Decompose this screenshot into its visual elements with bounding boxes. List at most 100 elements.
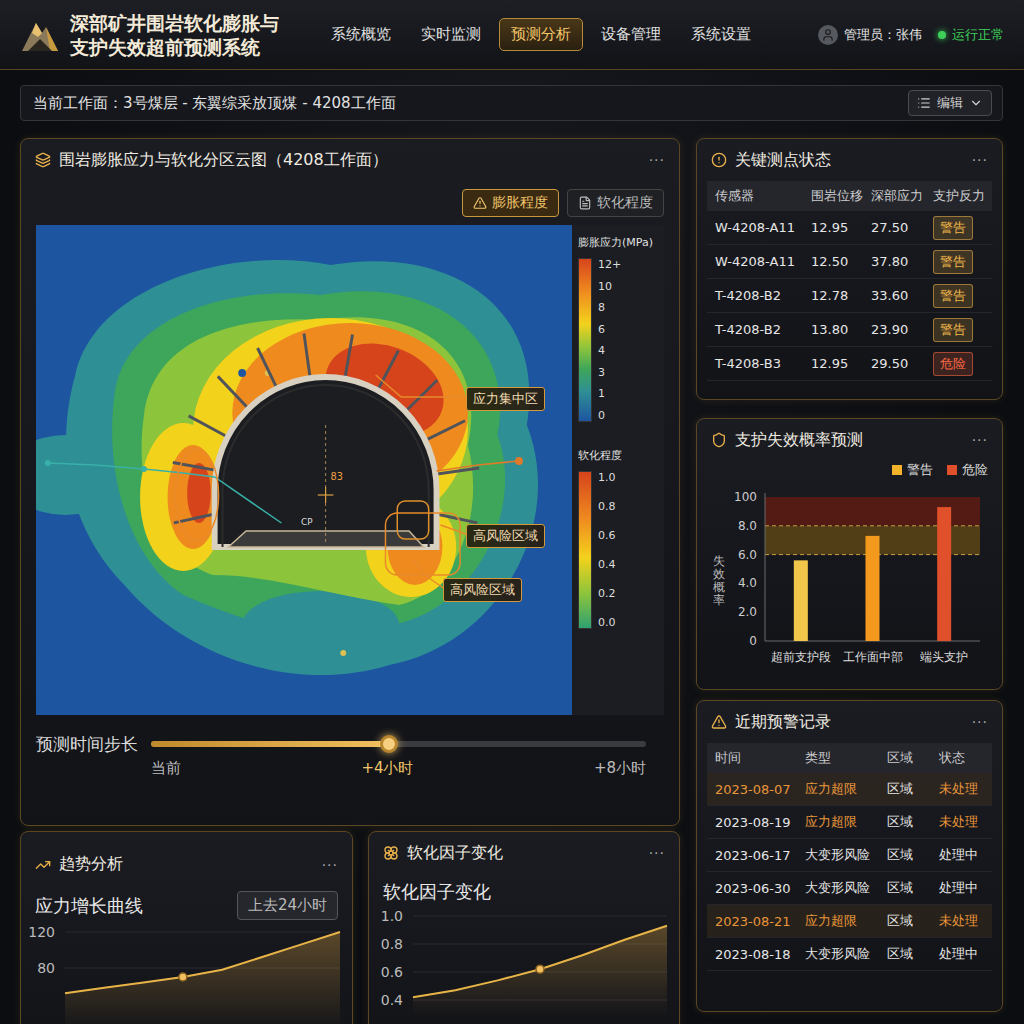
alert-row[interactable]: 2023-08-07应力超限区域未处理: [707, 773, 992, 806]
app-title: 深部矿井围岩软化膨胀与支护失效超前预测系统: [70, 11, 279, 59]
softening-factor-chart: 1.00.80.60.4: [369, 904, 679, 1016]
panel-menu[interactable]: ···: [322, 857, 338, 873]
zone-label[interactable]: 高风险区域: [443, 578, 522, 602]
y-tick: 0.4: [381, 992, 403, 1008]
zone-label[interactable]: 高风险区域: [466, 524, 545, 548]
mode-button[interactable]: 软化程度: [567, 189, 664, 217]
brand: 深部矿井围岩软化膨胀与支护失效超前预测系统: [20, 11, 279, 59]
top-bar: 深部矿井围岩软化膨胀与支护失效超前预测系统 系统概览实时监测预测分析设备管理系统设…: [0, 0, 1024, 70]
user-name: 管理员：张伟: [844, 26, 922, 44]
legend-tick: 4: [598, 344, 621, 357]
alert-row[interactable]: 2023-06-17大变形风险区域处理中: [707, 839, 992, 872]
alert-row[interactable]: 2023-08-18大变形风险区域处理中: [707, 938, 992, 971]
probability-panel: 支护失效概率预测···警告危险失效概率1008.06.04.02.00超前支护段…: [696, 418, 1003, 690]
y-tick: 6.0: [738, 548, 757, 562]
y-tick: 120: [28, 924, 55, 940]
nav-tab[interactable]: 系统概览: [319, 18, 403, 51]
panel-header: 趋势分析···: [21, 832, 352, 885]
state-cell: 未处理: [939, 813, 992, 831]
highlight-point[interactable]: [536, 965, 544, 973]
nav-tab[interactable]: 实时监测: [409, 18, 493, 51]
panel-menu[interactable]: ···: [649, 845, 665, 861]
displacement-cell: 12.95: [811, 220, 871, 235]
column-header: 深部应力: [871, 187, 933, 205]
panel-menu[interactable]: ···: [972, 432, 988, 448]
probability-bar[interactable]: [866, 536, 880, 641]
panel-title: 近期预警记录: [711, 712, 831, 733]
highlight-point[interactable]: [179, 973, 187, 981]
column-header: 类型: [805, 749, 887, 767]
user-info[interactable]: 管理员：张伟: [818, 25, 922, 45]
workface-path: 当前工作面：3号煤层 - 东翼综采放顶煤 - 4208工作面: [33, 94, 396, 113]
table-row[interactable]: W-4208-A1112.9527.50警告: [707, 211, 992, 245]
contour-map: 83CP应力集中区高风险区域高风险区域: [36, 225, 572, 715]
column-header: 区域: [887, 749, 939, 767]
legend-tick: 8: [598, 301, 621, 314]
nav-tab[interactable]: 设备管理: [589, 18, 673, 51]
type-cell: 大变形风险: [805, 846, 887, 864]
column-header: 支护反力: [933, 187, 992, 205]
map-legend: 膨胀应力(MPa)12+10864310软化程度1.00.80.60.40.20…: [572, 225, 664, 715]
nav-tab[interactable]: 预测分析: [499, 18, 583, 51]
mode-button[interactable]: 膨胀程度: [462, 189, 559, 217]
area-cell: 区域: [887, 945, 939, 963]
shield-icon: [711, 432, 727, 448]
y-tick: 0.8: [381, 936, 403, 952]
slider-tick[interactable]: 当前: [151, 759, 181, 778]
panel-title: 围岩膨胀应力与软化分区云图（4208工作面）: [35, 150, 388, 171]
type-cell: 应力超限: [805, 780, 887, 798]
probability-chart: 1008.06.04.02.00超前支护段工作面中部端头支护: [725, 483, 987, 679]
probability-bar[interactable]: [794, 560, 808, 641]
area-cell: 区域: [887, 879, 939, 897]
y-axis-label: 失效概率: [713, 555, 725, 608]
panel-menu[interactable]: ···: [649, 152, 665, 168]
stress-cell: 37.80: [871, 254, 933, 269]
legend-title: 膨胀应力(MPa): [578, 235, 660, 250]
zone-label[interactable]: 应力集中区: [466, 387, 545, 411]
layers-icon: [35, 152, 51, 168]
slider-tick[interactable]: +4小时: [361, 759, 413, 778]
nav-tab[interactable]: 系统设置: [679, 18, 763, 51]
probability-bar[interactable]: [937, 507, 951, 641]
displacement-cell: 12.78: [811, 288, 871, 303]
status-badge: 警告: [933, 284, 973, 308]
range-button[interactable]: 上去24小时: [237, 891, 338, 920]
table-row[interactable]: T-4208-B212.7833.60警告: [707, 279, 992, 313]
panel-header: 近期预警记录 ···: [697, 701, 1002, 743]
state-cell: 未处理: [939, 780, 992, 798]
app-title-line: 深部矿井围岩软化膨胀与: [70, 11, 279, 35]
slider-track[interactable]: [151, 741, 646, 747]
panel-menu[interactable]: ···: [972, 714, 988, 730]
status-text: 运行正常: [952, 26, 1004, 44]
slider-tick[interactable]: +8小时: [594, 759, 646, 778]
document-icon: [578, 196, 592, 210]
table-row[interactable]: W-4208-A1112.5037.80警告: [707, 245, 992, 279]
map-mark: 83: [331, 471, 343, 482]
table-header: 时间类型区域状态: [707, 743, 992, 773]
table-row[interactable]: T-4208-B312.9529.50危险: [707, 347, 992, 381]
alert-row[interactable]: 2023-06-30大变形风险区域处理中: [707, 872, 992, 905]
legend-tick: 3: [598, 366, 621, 379]
panel-menu[interactable]: ···: [972, 152, 988, 168]
bottom-charts: 趋势分析···应力增长曲线上去24小时12080软化因子变化···软化因子变化1…: [20, 831, 680, 1024]
chart-subtitle: 应力增长曲线: [35, 894, 143, 918]
panel-title: 关键测点状态: [711, 150, 831, 171]
stress-cell: 23.90: [871, 322, 933, 337]
edit-button[interactable]: 编辑: [908, 90, 992, 116]
header-right: 管理员：张伟 运行正常: [818, 25, 1004, 45]
table-row[interactable]: T-4208-B213.8023.90警告: [707, 313, 992, 347]
alert-row[interactable]: 2023-08-19应力超限区域未处理: [707, 806, 992, 839]
stress-growth-chart: 12080: [21, 920, 352, 1024]
state-cell: 未处理: [939, 912, 992, 930]
y-tick: 0.6: [381, 964, 403, 980]
time-cell: 2023-08-07: [715, 782, 805, 797]
alert-row[interactable]: 2023-08-21应力超限区域未处理: [707, 905, 992, 938]
area-cell: 区域: [887, 780, 939, 798]
slider-thumb[interactable]: [380, 735, 398, 753]
app-title-line: 支护失效超前预测系统: [70, 35, 279, 59]
legend-tick: 0.6: [598, 529, 616, 542]
stress-color-bar: [578, 258, 592, 422]
legend-tick: 0: [598, 409, 621, 422]
area-cell: 区域: [887, 813, 939, 831]
list-icon: [917, 96, 931, 110]
